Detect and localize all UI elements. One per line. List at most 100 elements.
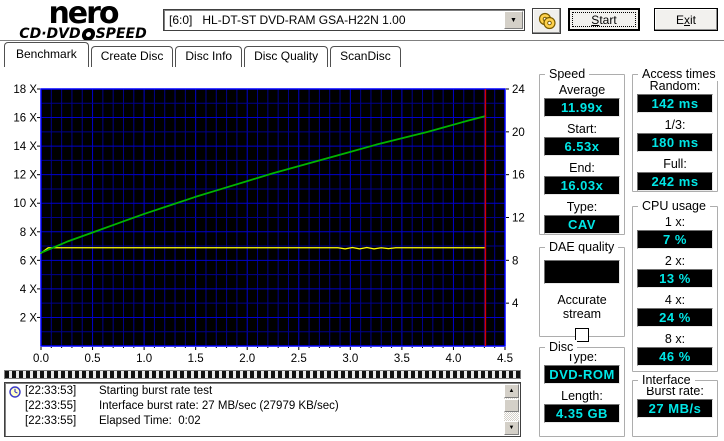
log-scrollbar[interactable]: ▲ ▼: [504, 384, 519, 435]
log-message: Elapsed Time: 0:02: [99, 415, 201, 427]
product-name-left: CD·DVD: [19, 26, 81, 42]
svg-text:3.0: 3.0: [342, 353, 358, 365]
disc-length-value: 4.35 GB: [544, 404, 620, 423]
tab-create-disc[interactable]: Create Disc: [90, 46, 174, 67]
start-button[interactable]: Start: [568, 8, 640, 31]
speed-type-value: CAV: [544, 215, 620, 234]
disc-panel: Disc Type: DVD-ROM Length: 4.35 GB: [539, 340, 625, 437]
drive-select-dropdown-button[interactable]: ▼: [504, 11, 523, 29]
interface-panel: Interface Burst rate: 27 MB/s: [632, 373, 718, 437]
svg-text:0.5: 0.5: [85, 353, 101, 365]
cpu-4x-label: 4 x:: [664, 293, 686, 307]
log-message: Starting burst rate test: [99, 385, 213, 397]
svg-text:4.5: 4.5: [497, 353, 513, 365]
drive-select-value: [6:0] HL-DT-ST DVD-RAM GSA-H22N 1.00: [169, 13, 406, 27]
cpu-1x-label: 1 x:: [664, 215, 686, 229]
disc-panel-title: Disc: [545, 340, 578, 354]
speed-type-label: Type:: [566, 200, 598, 214]
dae-quality-panel-title: DAE quality: [545, 240, 619, 254]
svg-text:16: 16: [512, 170, 525, 182]
dae-quality-panel: DAE quality Accurate stream: [539, 240, 625, 342]
log-timestamp: [22:33:55]: [25, 400, 77, 412]
speed-average-value: 11.99x: [544, 98, 620, 117]
interface-panel-title: Interface: [638, 373, 695, 387]
exit-button[interactable]: Exit: [654, 8, 718, 31]
svg-text:8: 8: [512, 255, 518, 267]
cpu-8x-value: 46 %: [637, 347, 713, 366]
nero-logo-text: nero: [48, 0, 119, 31]
burst-rate-value: 27 MB/s: [637, 399, 713, 418]
log-timestamp: [22:33:55]: [25, 415, 77, 427]
arrow-up-icon: ▲: [508, 388, 515, 394]
speed-start-value: 6.53x: [544, 137, 620, 156]
drive-select[interactable]: [6:0] HL-DT-ST DVD-RAM GSA-H22N 1.00 ▼: [163, 9, 525, 31]
svg-text:0.0: 0.0: [33, 353, 49, 365]
svg-text:4.0: 4.0: [445, 353, 461, 365]
svg-text:4 X: 4 X: [20, 284, 38, 296]
svg-text:12: 12: [512, 213, 525, 225]
test-progress-bar: [4, 370, 521, 379]
svg-text:1.5: 1.5: [188, 353, 204, 365]
svg-text:10 X: 10 X: [13, 198, 37, 210]
tab-benchmark[interactable]: Benchmark: [4, 42, 89, 67]
svg-text:18 X: 18 X: [13, 84, 37, 96]
speed-start-label: Start:: [567, 122, 597, 136]
log-box[interactable]: [22:33:53] Starting burst rate test [22:…: [4, 382, 521, 437]
access-full-value: 242 ms: [637, 172, 713, 191]
log-timestamp: [22:33:53]: [25, 385, 77, 397]
extra-tests-button[interactable]: [532, 8, 561, 34]
svg-text:20: 20: [512, 127, 525, 139]
tab-bar: Benchmark Create Disc Disc Info Disc Qua…: [4, 42, 403, 67]
cpu-8x-label: 8 x:: [664, 332, 686, 346]
disc-type-value: DVD-ROM: [544, 365, 620, 384]
chevron-down-icon: ▼: [510, 16, 517, 24]
svg-text:8 X: 8 X: [20, 227, 38, 239]
scroll-up-button[interactable]: ▲: [504, 384, 519, 398]
speed-panel-title: Speed: [545, 67, 590, 81]
cpu-usage-panel: CPU usage 1 x: 7 % 2 x: 13 % 4 x: 24 % 8…: [632, 199, 718, 372]
log-message: Interface burst rate: 27 MB/sec (27979 K…: [99, 400, 339, 412]
access-third-label: 1/3:: [664, 118, 686, 132]
access-full-label: Full:: [663, 157, 687, 171]
nero-cd-dvd-speed-window: nero CD·DVD SPEED [6:0] HL-DT-ST DVD-RAM …: [0, 0, 724, 441]
access-times-panel-title: Access times: [638, 67, 720, 81]
tab-disc-info[interactable]: Disc Info: [175, 46, 243, 67]
svg-text:24: 24: [512, 84, 525, 96]
tab-disc-quality[interactable]: Disc Quality: [244, 46, 329, 67]
cpu-2x-value: 13 %: [637, 269, 713, 288]
svg-text:2 X: 2 X: [20, 312, 38, 324]
log-clock-icon: [9, 385, 21, 398]
svg-text:1.0: 1.0: [136, 353, 152, 365]
access-random-label: Random:: [649, 79, 701, 93]
access-random-value: 142 ms: [637, 94, 713, 113]
cpu-usage-panel-title: CPU usage: [638, 199, 710, 213]
tab-scandisc[interactable]: ScanDisc: [330, 46, 401, 67]
svg-text:16 X: 16 X: [13, 113, 37, 125]
log-line: [22:33:55] Interface burst rate: 27 MB/s…: [5, 400, 520, 413]
cpu-2x-label: 2 x:: [664, 254, 686, 268]
discs-icon: [538, 12, 556, 30]
nero-logo: nero CD·DVD SPEED: [8, 0, 158, 42]
log-line: [22:33:53] Starting burst rate test: [5, 385, 520, 398]
scroll-thumb[interactable]: [504, 399, 519, 412]
speed-panel: Speed Average 11.99x Start: 6.53x End: 1…: [539, 67, 625, 235]
cpu-1x-value: 7 %: [637, 230, 713, 249]
product-name-right: SPEED: [95, 26, 147, 42]
svg-text:14 X: 14 X: [13, 141, 37, 153]
benchmark-chart: 2 X 4 X 6 X 8 X 10 X 12 X 14 X 16 X 18 X 4 8 12 16 20…: [13, 84, 525, 365]
dae-quality-value: [544, 260, 620, 284]
svg-text:6 X: 6 X: [20, 255, 38, 267]
access-times-panel: Access times Random: 142 ms 1/3: 180 ms …: [632, 67, 720, 192]
svg-text:12 X: 12 X: [13, 170, 37, 182]
cpu-4x-value: 24 %: [637, 308, 713, 327]
svg-text:3.5: 3.5: [394, 353, 410, 365]
header-separator: [0, 40, 724, 42]
speed-end-value: 16.03x: [544, 176, 620, 195]
accurate-stream-label: Accurate stream: [557, 293, 607, 321]
speed-average-label: Average: [558, 83, 606, 97]
svg-text:4: 4: [512, 298, 519, 310]
access-third-value: 180 ms: [637, 133, 713, 152]
speed-end-label: End:: [569, 161, 595, 175]
scroll-down-button[interactable]: ▼: [504, 421, 519, 435]
svg-text:2.0: 2.0: [239, 353, 255, 365]
